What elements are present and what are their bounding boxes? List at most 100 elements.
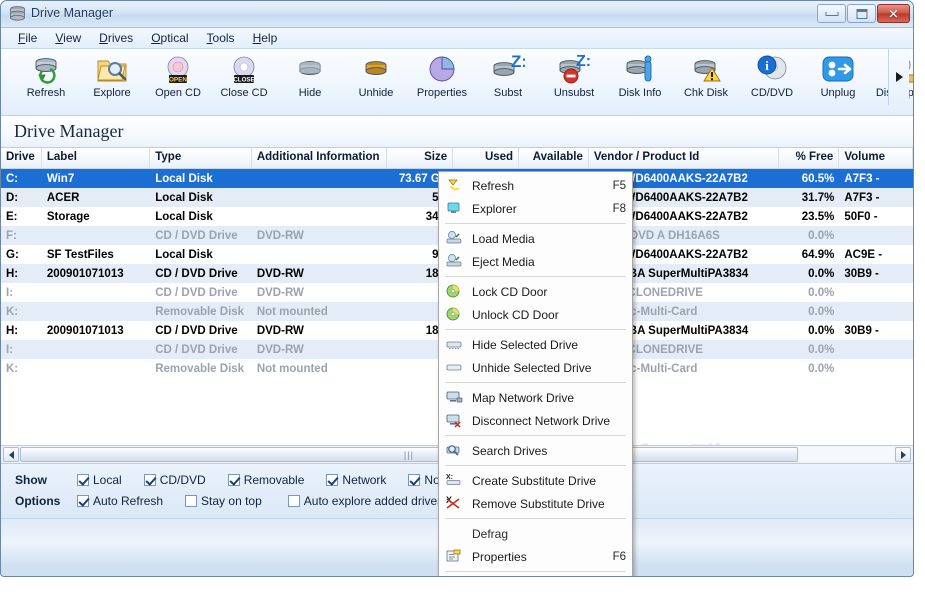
column-header-volume[interactable]: Volume: [839, 148, 913, 168]
unplug-icon: [821, 53, 855, 85]
pie-chart-icon: [429, 56, 455, 82]
menu-separator: [445, 276, 626, 277]
menu-separator: [445, 435, 626, 436]
context-menu-item-explorer[interactable]: Explorer F8: [439, 197, 632, 220]
cell-volume: 30B9 -: [844, 267, 879, 280]
show-label: Show: [15, 472, 47, 487]
load-media-icon: [446, 231, 462, 244]
context-menu-item-defrag[interactable]: Defrag: [439, 522, 632, 545]
checkbox-removable[interactable]: Removable: [227, 473, 304, 487]
cell-label: SF TestFiles: [46, 248, 114, 261]
menu-optical[interactable]: Optical: [142, 29, 197, 47]
svg-text:i: i: [765, 58, 769, 73]
scroll-right-button[interactable]: [895, 447, 911, 462]
column-header-additional-information[interactable]: Additional Information: [252, 148, 388, 168]
eject-media-icon: [446, 254, 462, 267]
menu-help[interactable]: Help: [244, 29, 287, 47]
checkbox-label: Local: [93, 472, 122, 487]
context-menu-item-label: Create Substitute Drive: [472, 473, 597, 488]
context-menu-item-about[interactable]: ?About: [439, 575, 632, 576]
menu-view[interactable]: View: [46, 29, 90, 47]
cell-free: 64.9%: [801, 248, 835, 261]
checkbox-auto-explore-added-drives[interactable]: Auto explore added drives: [287, 494, 443, 508]
cell-type: Removable Disk: [155, 305, 245, 318]
toolbar-properties-button[interactable]: Properties: [409, 53, 475, 99]
context-menu-item-hide-selected-drive[interactable]: Hide Selected Drive: [439, 333, 632, 356]
toolbar-button-label: Close CD: [220, 87, 268, 99]
column-header-size[interactable]: Size: [387, 148, 454, 168]
hide-drive-icon: [293, 53, 327, 85]
checkbox-network[interactable]: Network: [326, 473, 386, 487]
toolbar-unsubst-button[interactable]: Z: Unsubst: [541, 53, 607, 99]
context-menu-item-load-media[interactable]: Load Media: [439, 227, 632, 250]
scroll-right-icon: [900, 450, 906, 459]
cell-label: 200901071013: [46, 324, 124, 337]
toolbar-chk-disk-button[interactable]: Chk Disk: [673, 53, 739, 99]
toolbar-unplug-button[interactable]: Unplug: [805, 53, 871, 99]
cell-drive: H:: [6, 324, 19, 337]
scrollbar-thumb[interactable]: |||: [20, 447, 798, 462]
checkbox-auto-refresh[interactable]: Auto Refresh: [77, 494, 163, 508]
context-menu-item-unlock-cd-door[interactable]: Unlock CD Door: [439, 303, 632, 326]
column-header-available[interactable]: Available: [519, 148, 589, 168]
scroll-left-button[interactable]: [3, 447, 19, 462]
cell-info: DVD-RW: [256, 343, 304, 356]
context-menu-item-refresh[interactable]: Refresh F5: [439, 174, 632, 197]
context-menu-item-map-network-drive[interactable]: Map Network Drive: [439, 386, 632, 409]
column-header-label[interactable]: Label: [42, 148, 151, 168]
toolbar-refresh-button[interactable]: Refresh: [13, 53, 79, 99]
context-menu-item-properties[interactable]: Properties F6: [439, 545, 632, 568]
context-menu-item-create-substitute-drive[interactable]: X: Create Substitute Drive: [439, 469, 632, 492]
context-menu-item-search-drives[interactable]: Search Drives: [439, 439, 632, 462]
svg-text:OPEN: OPEN: [169, 76, 187, 83]
context-menu-item-eject-media[interactable]: Eject Media: [439, 250, 632, 273]
cell-type: CD / DVD Drive: [155, 324, 238, 337]
checkmark-icon: [326, 473, 339, 486]
close-button[interactable]: ✕: [877, 4, 910, 23]
column-header-type[interactable]: Type: [150, 148, 252, 168]
cell-free: 0.0%: [808, 362, 835, 375]
page-title: Drive Manager: [14, 121, 124, 141]
cell-type: Local Disk: [155, 191, 213, 204]
menu-drives[interactable]: Drives: [90, 29, 142, 47]
toolbar-disk-info-button[interactable]: Disk Info: [607, 53, 673, 99]
menu-file[interactable]: File: [9, 29, 46, 47]
context-menu-item-lock-cd-door[interactable]: Lock CD Door: [439, 280, 632, 303]
column-header-free[interactable]: % Free: [779, 148, 840, 168]
toolbar-hide-button[interactable]: Hide: [277, 53, 343, 99]
checkbox-local[interactable]: Local: [77, 473, 122, 487]
scrollbar-grip: |||: [403, 449, 414, 460]
cell-drive: C:: [6, 172, 19, 185]
checkbox-cd-dvd[interactable]: CD/DVD: [143, 473, 206, 487]
context-menu-item-label: Disconnect Network Drive: [472, 413, 611, 428]
minimize-button[interactable]: [817, 4, 846, 23]
toolbar-overflow-button[interactable]: [888, 49, 909, 105]
context-menu-item-label: Hide Selected Drive: [472, 337, 579, 352]
context-menu-item-disconnect-network-drive[interactable]: Disconnect Network Drive: [439, 409, 632, 432]
menu-tools[interactable]: Tools: [198, 29, 244, 47]
toolbar-cd-dvd-button[interactable]: i CD/DVD: [739, 53, 805, 99]
toolbar-explore-button[interactable]: Explore: [79, 53, 145, 99]
cell-label: 200901071013: [46, 267, 124, 280]
toolbar-open-cd-button[interactable]: OPEN Open CD: [145, 53, 211, 99]
column-header-vendor-product-id[interactable]: Vendor / Product Id: [589, 148, 780, 168]
checkbox-stay-on-top[interactable]: Stay on top: [185, 494, 262, 508]
svg-text:Z:: Z:: [511, 53, 525, 71]
cell-info: DVD-RW: [256, 324, 304, 337]
toolbar-subst-button[interactable]: Z: Subst: [475, 52, 541, 99]
lock-cd-icon: [446, 284, 460, 298]
search-drives-icon: [446, 445, 460, 456]
maximize-button[interactable]: [847, 4, 876, 23]
menu-separator: [445, 329, 626, 330]
toolbar-close-cd-button[interactable]: CLOSE Close CD: [211, 53, 277, 99]
column-header-drive[interactable]: Drive: [1, 148, 42, 168]
cell-free: 0.0%: [808, 324, 835, 337]
context-menu-item-unhide-selected-drive[interactable]: Unhide Selected Drive: [439, 356, 632, 379]
toolbar-button-label: Hide: [298, 87, 322, 99]
toolbar-unhide-button[interactable]: Unhide: [343, 53, 409, 99]
context-menu-item-remove-substitute-drive[interactable]: X Remove Substitute Drive: [439, 492, 632, 515]
checkbox-label: Network: [342, 472, 387, 487]
toolbar-button-label: CD/DVD: [750, 87, 794, 99]
unhide-drive-icon: [445, 359, 465, 376]
column-header-used[interactable]: Used: [453, 148, 520, 168]
